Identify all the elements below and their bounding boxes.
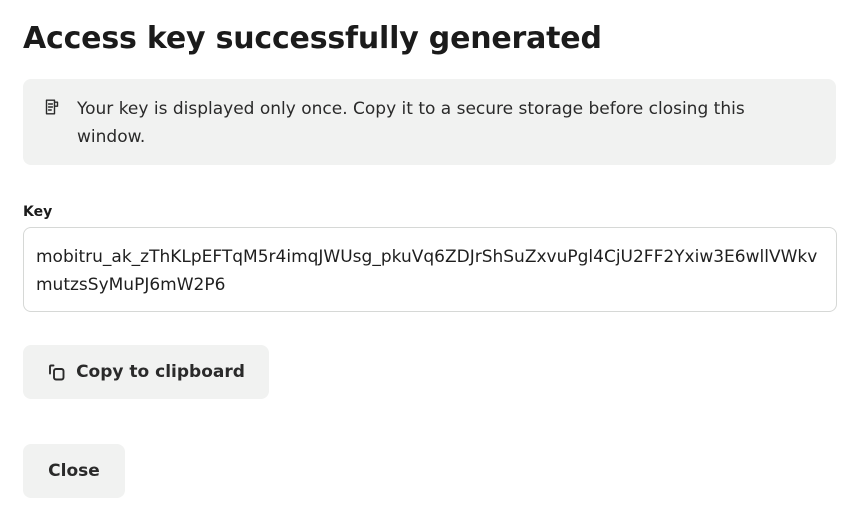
close-button-label: Close	[48, 461, 100, 481]
dialog-title: Access key successfully generated	[23, 21, 602, 56]
close-button[interactable]: Close	[23, 444, 125, 498]
key-field[interactable]: mobitru_ak_zThKLpEFTqM5r4imqJWUsg_pkuVq6…	[23, 227, 837, 312]
info-notice: Your key is displayed only once. Copy it…	[23, 79, 836, 165]
copy-button-label: Copy to clipboard	[76, 362, 245, 382]
copy-to-clipboard-button[interactable]: Copy to clipboard	[23, 345, 269, 399]
notice-text: Your key is displayed only once. Copy it…	[77, 99, 745, 147]
copy-icon	[47, 362, 67, 382]
notice-document-icon	[45, 99, 59, 115]
key-label: Key	[23, 204, 53, 220]
